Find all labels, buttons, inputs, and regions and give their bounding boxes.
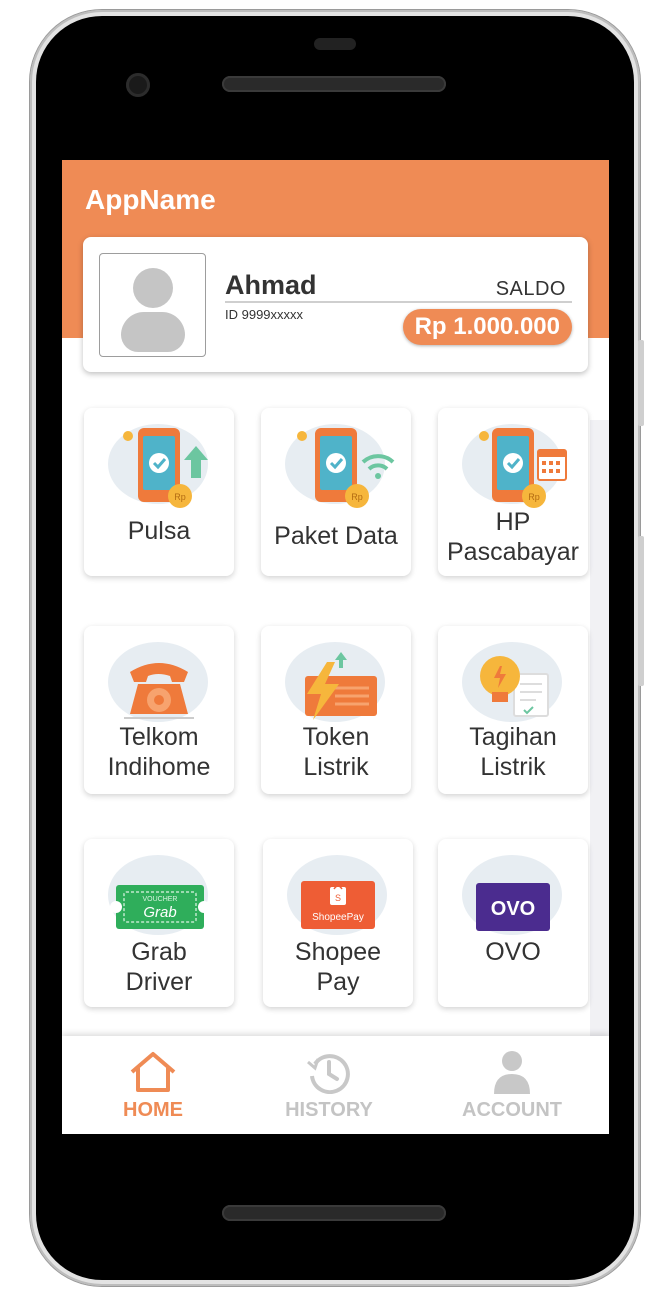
service-label: OVO xyxy=(485,938,541,966)
grab-voucher-icon: VOUCHER Grab xyxy=(84,845,234,945)
svg-text:VOUCHER: VOUCHER xyxy=(142,896,177,903)
bottom-navigation: HOME HISTORY ACCOUNT xyxy=(62,1036,609,1134)
service-label: Grab Driver xyxy=(125,938,193,996)
svg-text:Grab: Grab xyxy=(143,904,176,921)
service-hp-pascabayar[interactable]: Rp HP Pascabayar xyxy=(438,408,588,576)
service-label: Shopee Pay xyxy=(294,938,382,996)
account-icon xyxy=(487,1050,537,1099)
service-paket-data[interactable]: Rp Paket Data xyxy=(261,408,411,576)
nav-history[interactable]: HISTORY xyxy=(238,1036,420,1134)
nav-account-label: ACCOUNT xyxy=(462,1099,562,1121)
shopeepay-icon: S ShopeePay xyxy=(263,845,413,945)
balance-badge[interactable]: Rp 1.000.000 xyxy=(402,309,572,345)
service-token-listrik[interactable]: Token Listrik xyxy=(261,626,411,794)
service-shopee-pay[interactable]: S ShopeePay Shopee Pay xyxy=(263,839,413,1007)
volume-button xyxy=(638,536,644,686)
phone-postpaid-icon: Rp xyxy=(438,414,588,514)
telephone-icon xyxy=(84,632,234,732)
profile-card[interactable]: Ahmad SALDO ID 9999xxxxx Rp 1.000.000 xyxy=(83,237,588,372)
svg-text:OVO: OVO xyxy=(491,898,535,920)
scroll-track[interactable] xyxy=(590,420,609,1036)
nav-history-label: HISTORY xyxy=(285,1099,373,1121)
history-icon xyxy=(304,1050,354,1099)
svg-text:Rp: Rp xyxy=(174,492,186,502)
app-title: AppName xyxy=(85,184,216,215)
user-avatar-icon[interactable] xyxy=(99,253,206,357)
saldo-label: SALDO xyxy=(495,278,566,300)
service-label: Tagihan Listrik xyxy=(469,723,557,781)
service-label: Telkom Indihome xyxy=(107,723,211,781)
power-button xyxy=(638,340,644,426)
app-screen: AppName Ahmad SALDO ID 9999xxxxx Rp 1.00… xyxy=(62,160,609,1134)
service-grab-driver[interactable]: VOUCHER Grab Grab Driver xyxy=(84,839,234,1007)
profile-divider xyxy=(225,301,572,303)
service-label: HP Pascabayar xyxy=(446,508,580,566)
ovo-icon: OVO xyxy=(438,845,588,945)
earpiece-sensor xyxy=(314,38,356,50)
service-tagihan-listrik[interactable]: Tagihan Listrik xyxy=(438,626,588,794)
phone-topup-icon: Rp xyxy=(84,414,234,514)
lightning-token-icon xyxy=(261,632,411,732)
service-ovo[interactable]: OVO OVO xyxy=(438,839,588,1007)
service-label: Pulsa xyxy=(127,517,191,545)
svg-text:Rp: Rp xyxy=(351,492,363,502)
phone-data-icon: Rp xyxy=(261,414,411,514)
svg-text:Rp: Rp xyxy=(528,492,540,502)
user-name: Ahmad xyxy=(225,270,317,300)
user-id: ID 9999xxxxx xyxy=(225,307,304,322)
service-label: Paket Data xyxy=(274,522,398,550)
nav-home[interactable]: HOME xyxy=(62,1036,244,1134)
lightbulb-bill-icon xyxy=(438,632,588,732)
top-speaker xyxy=(222,76,446,92)
bottom-speaker xyxy=(222,1205,446,1221)
service-pulsa[interactable]: Rp Pulsa xyxy=(84,408,234,576)
nav-account[interactable]: ACCOUNT xyxy=(421,1036,603,1134)
svg-text:S: S xyxy=(335,893,341,903)
service-telkom-indihome[interactable]: Telkom Indihome xyxy=(84,626,234,794)
svg-text:ShopeePay: ShopeePay xyxy=(312,912,364,923)
service-label: Token Listrik xyxy=(302,723,370,781)
front-camera xyxy=(126,73,150,97)
nav-home-label: HOME xyxy=(123,1099,183,1121)
home-icon xyxy=(128,1050,178,1099)
